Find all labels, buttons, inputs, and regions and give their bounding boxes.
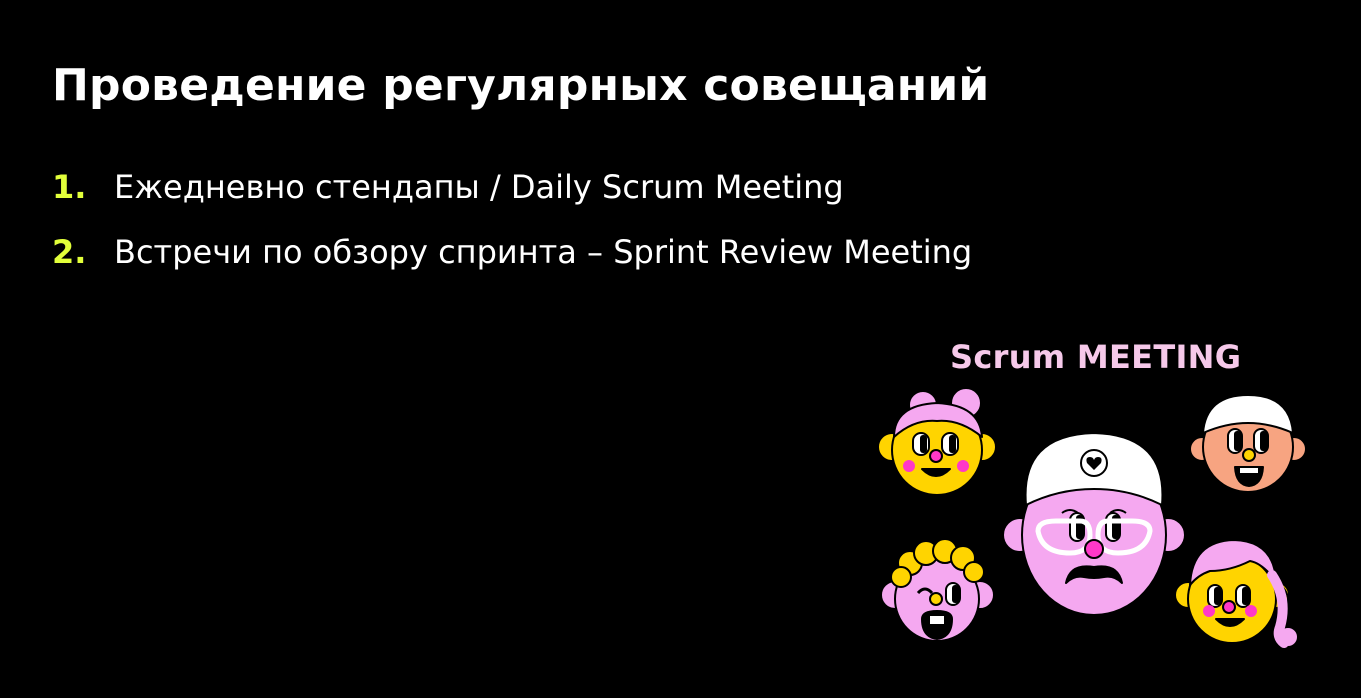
illustration-label: Scrum MEETING <box>950 338 1242 376</box>
meeting-list: 1. Ежедневно стендапы / Daily Scrum Meet… <box>52 168 972 298</box>
face-bottom-right-icon <box>1174 539 1299 648</box>
scrum-team-faces-illustration-icon <box>877 387 1307 648</box>
list-item-number: 1. <box>52 168 87 206</box>
list-item: 1. Ежедневно стендапы / Daily Scrum Meet… <box>52 168 972 233</box>
face-top-right-icon <box>1189 394 1307 493</box>
slide-title: Проведение регулярных совещаний <box>52 60 990 111</box>
list-item-number: 2. <box>52 233 87 271</box>
list-item-text: Встречи по обзору спринта – Sprint Revie… <box>114 233 973 271</box>
face-center-icon <box>1002 432 1186 616</box>
face-bottom-left-icon <box>880 538 995 642</box>
list-item-text: Ежедневно стендапы / Daily Scrum Meeting <box>114 168 844 206</box>
presentation-slide: Проведение регулярных совещаний 1. Ежедн… <box>0 0 1361 698</box>
list-item: 2. Встречи по обзору спринта – Sprint Re… <box>52 233 972 298</box>
face-top-left-icon <box>877 387 997 496</box>
